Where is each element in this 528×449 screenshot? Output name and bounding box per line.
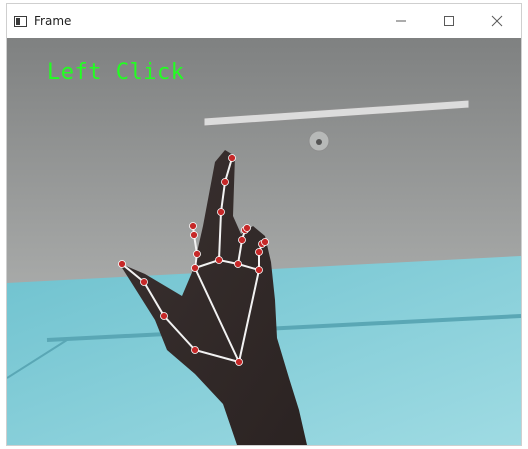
minimize-icon <box>396 20 406 22</box>
minimize-button[interactable] <box>377 4 425 38</box>
camera-image <box>7 38 521 445</box>
maximize-button[interactable] <box>425 4 473 38</box>
ceiling-fixture-center <box>316 139 322 145</box>
close-button[interactable] <box>473 4 521 38</box>
window-controls <box>377 4 521 38</box>
window-title: Frame <box>34 14 72 28</box>
app-icon <box>14 15 27 27</box>
title-bar[interactable]: Frame <box>7 4 521 38</box>
frame-window: Frame Left Click <box>6 3 522 446</box>
close-icon <box>491 15 503 27</box>
maximize-icon <box>444 16 454 26</box>
camera-frame: Left Click <box>7 38 521 445</box>
gesture-label: Left Click <box>47 60 185 85</box>
